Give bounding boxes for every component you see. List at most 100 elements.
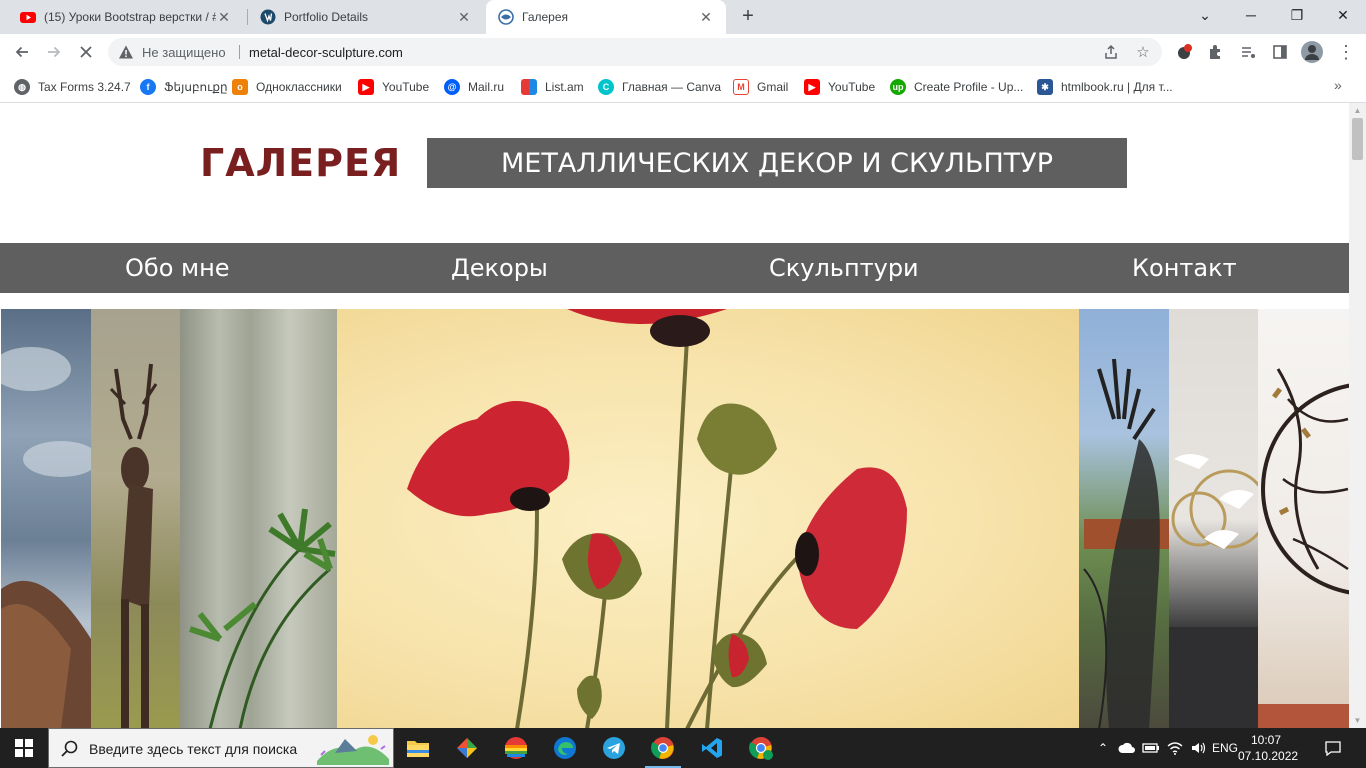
- address-bar[interactable]: Не защищено metal-decor-sculpture.com ☆: [108, 38, 1162, 66]
- gallery-image-branch-circle[interactable]: [1258, 309, 1349, 728]
- bookmark-label: htmlbook.ru | Для т...: [1061, 80, 1173, 94]
- nav-link-sculptures[interactable]: Скульптури: [769, 243, 919, 293]
- system-clock[interactable]: 10:07 07.10.2022: [1238, 732, 1298, 764]
- notification-center-icon[interactable]: [1318, 728, 1348, 768]
- gallery-image-poppies[interactable]: [337, 309, 1079, 728]
- extensions-puzzle-icon[interactable]: [1202, 38, 1230, 66]
- side-panel-icon[interactable]: [1266, 38, 1294, 66]
- language-indicator[interactable]: ENG: [1212, 728, 1238, 768]
- page-scrollbar[interactable]: [1349, 103, 1366, 728]
- bookmark-item[interactable]: o Одноклассники: [232, 77, 342, 97]
- site-nav: Обо мне Декоры Скульптури Контакт: [0, 243, 1349, 293]
- media-queue-icon[interactable]: [1234, 38, 1262, 66]
- profile-avatar[interactable]: [1298, 38, 1326, 66]
- bookmark-label: List.am: [545, 80, 584, 94]
- image-gallery: [0, 309, 1349, 728]
- nav-link-contact[interactable]: Контакт: [1132, 243, 1237, 293]
- onedrive-cloud-icon[interactable]: [1116, 728, 1138, 768]
- close-tab-icon[interactable]: ✕: [456, 9, 472, 25]
- taskbar-search-box[interactable]: Введите здесь текст для поиска: [48, 728, 394, 768]
- htmlbook-icon: ✱: [1037, 79, 1053, 95]
- windows-taskbar: Введите здесь текст для поиска ⌃ ENG 10:…: [0, 728, 1366, 768]
- tab-title: Portfolio Details: [284, 10, 369, 24]
- bookmark-label: Главная — Canva: [622, 80, 722, 94]
- site-icon: [498, 9, 514, 25]
- stop-loading-button[interactable]: [72, 38, 100, 66]
- youtube-icon: [20, 12, 36, 23]
- menu-kebab-icon[interactable]: ⋮: [1332, 38, 1360, 66]
- warning-icon[interactable]: [118, 44, 134, 60]
- bookmark-label: Mail.ru: [468, 80, 505, 94]
- tab-title: (15) Уроки Bootstrap верстки / #: [44, 10, 216, 24]
- pride-app-icon[interactable]: [492, 728, 540, 768]
- volume-icon[interactable]: [1188, 728, 1210, 768]
- chrome-profile-icon[interactable]: [737, 728, 785, 768]
- windows-logo-icon: [15, 739, 33, 757]
- bookmark-item[interactable]: ▶ YouTube: [358, 77, 429, 97]
- chrome-icon[interactable]: [639, 728, 687, 768]
- clock-time: 10:07: [1250, 733, 1282, 747]
- gallery-image-eagle[interactable]: [1, 309, 91, 728]
- canva-icon: C: [598, 79, 614, 95]
- tab-gallery[interactable]: Галерея ✕: [486, 0, 726, 34]
- bookmark-item[interactable]: up Create Profile - Up...: [890, 77, 1023, 97]
- start-button[interactable]: [0, 728, 48, 768]
- extension-notification-icon[interactable]: [1170, 38, 1198, 66]
- youtube-icon: ▶: [358, 79, 374, 95]
- close-window-button[interactable]: ✕: [1320, 0, 1366, 30]
- wordpress-icon: [260, 9, 276, 25]
- address-divider: [239, 45, 240, 59]
- battery-icon[interactable]: [1140, 728, 1162, 768]
- show-hidden-icons-chevron-icon[interactable]: ⌃: [1094, 728, 1112, 768]
- telegram-icon[interactable]: [590, 728, 638, 768]
- edge-browser-icon[interactable]: [541, 728, 589, 768]
- youtube-icon: ▶: [804, 79, 820, 95]
- search-highlight-illustration-icon: [317, 735, 389, 765]
- security-status[interactable]: Не защищено: [142, 45, 226, 60]
- bookmark-item[interactable]: ◍ Tax Forms 3.24.7: [14, 77, 131, 97]
- nav-link-decor[interactable]: Декоры: [451, 243, 548, 293]
- bookmark-item[interactable]: ✱ htmlbook.ru | Для т...: [1037, 77, 1173, 97]
- site-title: ГАЛЕРЕЯ: [200, 141, 402, 185]
- forward-button[interactable]: [40, 38, 68, 66]
- upwork-icon: up: [890, 79, 906, 95]
- git-icon[interactable]: [443, 728, 491, 768]
- bookmark-item[interactable]: C Главная — Canva: [598, 77, 721, 97]
- new-tab-button[interactable]: +: [736, 5, 760, 29]
- site-subtitle-banner: МЕТАЛЛИЧЕСКИХ ДЕКОР И СКУЛЬПТУР: [427, 138, 1127, 188]
- bookmark-star-icon[interactable]: ☆: [1133, 42, 1153, 62]
- more-bookmarks-chevron-icon[interactable]: »: [1334, 77, 1342, 93]
- back-button[interactable]: [8, 38, 36, 66]
- close-tab-icon[interactable]: ✕: [216, 9, 232, 25]
- url-text[interactable]: metal-decor-sculpture.com: [249, 45, 403, 60]
- scrollbar-thumb[interactable]: [1352, 118, 1363, 160]
- restore-button[interactable]: ❐: [1274, 0, 1320, 30]
- bookmark-item[interactable]: M Gmail: [733, 77, 788, 97]
- vscode-icon[interactable]: [688, 728, 736, 768]
- gallery-image-deer[interactable]: [91, 309, 180, 728]
- mailru-icon: @: [444, 79, 460, 95]
- bookmark-item[interactable]: ▶ YouTube: [804, 77, 875, 97]
- bookmark-item[interactable]: @ Mail.ru: [444, 77, 504, 97]
- scroll-up-icon[interactable]: ▲: [1349, 103, 1366, 118]
- bookmark-item[interactable]: f Ֆեյսբուքը: [140, 77, 228, 97]
- minimize-button[interactable]: ─: [1228, 0, 1274, 30]
- share-icon[interactable]: [1101, 42, 1121, 62]
- tab-search-chevron-icon[interactable]: ⌄: [1182, 0, 1228, 30]
- tab-strip: (15) Уроки Bootstrap верстки / # ✕ Portf…: [0, 0, 1366, 34]
- gmail-icon: M: [733, 79, 749, 95]
- gallery-image-curtain-palm[interactable]: [180, 309, 337, 728]
- file-explorer-icon[interactable]: [394, 728, 442, 768]
- bookmark-item[interactable]: List.am: [521, 77, 584, 97]
- bookmark-label: Tax Forms 3.24.7: [38, 80, 131, 94]
- nav-link-about[interactable]: Обо мне: [125, 243, 230, 293]
- tab-portfolio[interactable]: Portfolio Details ✕: [248, 0, 484, 34]
- tab-youtube[interactable]: (15) Уроки Bootstrap верстки / # ✕: [8, 0, 244, 34]
- bookmark-label: Create Profile - Up...: [914, 80, 1024, 94]
- page-viewport: ГАЛЕРЕЯ МЕТАЛЛИЧЕСКИХ ДЕКОР И СКУЛЬПТУР …: [0, 103, 1349, 728]
- gallery-image-birds[interactable]: [1169, 309, 1258, 728]
- scroll-down-icon[interactable]: ▼: [1349, 713, 1366, 728]
- close-tab-icon[interactable]: ✕: [698, 9, 714, 25]
- gallery-image-deer-garden[interactable]: [1079, 309, 1169, 728]
- wifi-icon[interactable]: [1164, 728, 1186, 768]
